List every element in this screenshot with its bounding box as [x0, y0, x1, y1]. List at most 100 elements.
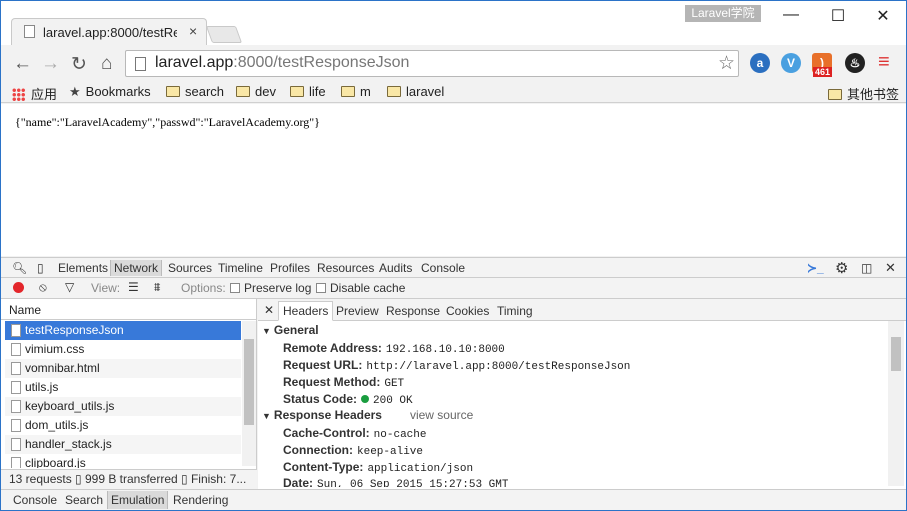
disable-cache-checkbox[interactable]: Disable cache [316, 281, 405, 295]
inspect-icon[interactable]: 🔍︎ [12, 261, 27, 275]
header-key: Request Method: [283, 375, 381, 389]
bookmark-star-icon[interactable]: ☆ [718, 52, 735, 75]
detail-scrollbar[interactable] [888, 321, 904, 486]
drawer-tab-search[interactable]: Search [65, 493, 103, 507]
drawer-tab-console[interactable]: Console [13, 493, 57, 507]
request-list-scrollbar[interactable] [242, 321, 256, 466]
bookmark-bookmarks[interactable]: ★ Bookmarks [69, 84, 151, 100]
drawer-tab-rendering[interactable]: Rendering [173, 493, 228, 507]
console-drawer-icon[interactable]: ≻_ [807, 261, 824, 275]
request-row[interactable]: dom_utils.js [5, 416, 241, 435]
new-tab-button[interactable] [205, 26, 243, 43]
checkbox-box[interactable] [230, 283, 240, 293]
url-path: :8000/testResponseJson [233, 54, 410, 71]
request-name: vimium.css [25, 342, 85, 356]
file-icon [11, 457, 21, 468]
filter-icon[interactable]: ▽ [65, 280, 74, 294]
scrollbar-thumb[interactable] [244, 339, 254, 425]
settings-gear-icon[interactable]: ⚙ [835, 259, 848, 277]
menu-icon[interactable]: ≡ [878, 51, 890, 74]
address-bar[interactable]: laravel.app:8000/testResponseJson ☆ [125, 50, 739, 77]
tab-elements[interactable]: Elements [58, 261, 108, 275]
bookmark-folder-search[interactable]: search [166, 84, 224, 99]
close-window-button[interactable]: ✕ [873, 6, 893, 26]
header-key: Content-Type: [283, 460, 364, 474]
forward-icon[interactable]: → [41, 53, 60, 75]
back-icon[interactable]: ← [13, 53, 32, 75]
header-key: Cache-Control: [283, 426, 370, 440]
tab-headers[interactable]: Headers [278, 301, 334, 321]
checkbox-box[interactable] [316, 283, 326, 293]
page-content: {"name":"LaravelAcademy","passwd":"Larav… [1, 104, 906, 256]
collapse-triangle-icon: ▼ [262, 326, 271, 336]
home-icon[interactable]: ⌂ [101, 53, 112, 75]
tab-cookies[interactable]: Cookies [446, 304, 489, 318]
maximize-button[interactable]: ☐ [828, 6, 848, 26]
name-column-header[interactable]: Name [1, 299, 256, 320]
overview-icon[interactable]: ⩩ [154, 280, 160, 295]
request-row[interactable]: clipboard.js [5, 454, 241, 468]
response-headers-section-header[interactable]: ▼ Response Headers view source [262, 408, 473, 422]
extension-a-icon[interactable]: a [750, 53, 770, 73]
tab-sources[interactable]: Sources [168, 261, 212, 275]
file-icon [11, 381, 21, 394]
tab-response[interactable]: Response [386, 304, 440, 318]
preserve-log-checkbox[interactable]: Preserve log [230, 281, 311, 295]
header-value: 200 OK [373, 395, 413, 407]
view-source-link[interactable]: view source [410, 408, 473, 422]
general-section-header[interactable]: ▼ General [262, 323, 319, 337]
header-row: Content-Type: application/json [283, 460, 473, 475]
browser-tab[interactable]: laravel.app:8000/testResponseJson × [11, 18, 207, 45]
reload-icon[interactable]: ↻ [71, 53, 87, 76]
device-mode-icon[interactable]: ▯ [37, 261, 44, 275]
header-value: application/json [367, 463, 474, 475]
bookmark-folder-laravel[interactable]: laravel [387, 84, 444, 99]
large-rows-icon[interactable]: ☰ [128, 280, 139, 294]
header-row: Cache-Control: no-cache [283, 426, 426, 441]
tab-console[interactable]: Console [421, 261, 465, 275]
bookmark-label: 其他书签 [847, 87, 900, 102]
tab-audits[interactable]: Audits [379, 261, 412, 275]
devtools-close-icon[interactable]: ✕ [885, 260, 896, 276]
detail-close-icon[interactable]: ✕ [264, 303, 274, 317]
other-bookmarks[interactable]: 其他书签 [828, 84, 899, 103]
file-icon [11, 438, 21, 451]
request-row[interactable]: handler_stack.js [5, 435, 241, 454]
drawer-tab-emulation[interactable]: Emulation [107, 491, 169, 509]
flame-icon[interactable]: ♨ [845, 53, 865, 73]
detail-tabbar: ✕ Headers Preview Response Cookies Timin… [258, 299, 906, 321]
minimize-button[interactable]: — [781, 6, 801, 24]
tab-timing[interactable]: Timing [497, 304, 533, 318]
apps-shortcut[interactable]: 应用 [12, 84, 57, 103]
network-toolbar: ⦸ ▽ View: ☰ ⩩ Options: Preserve log Disa… [1, 278, 906, 299]
request-row[interactable]: testResponseJson [5, 321, 241, 340]
header-key: Date: [283, 476, 314, 487]
bookmark-folder-m[interactable]: m [341, 84, 371, 99]
tab-resources[interactable]: Resources [317, 261, 374, 275]
tab-close-icon[interactable]: × [189, 23, 197, 39]
folder-icon [828, 89, 842, 100]
folder-icon [290, 86, 304, 97]
record-icon[interactable] [13, 282, 24, 293]
user-profile-badge[interactable]: Laravel学院 [685, 5, 761, 22]
request-row[interactable]: utils.js [5, 378, 241, 397]
bookmark-folder-life[interactable]: life [290, 84, 326, 99]
clear-icon[interactable]: ⦸ [39, 280, 47, 295]
tab-timeline[interactable]: Timeline [218, 261, 263, 275]
bookmark-folder-dev[interactable]: dev [236, 84, 276, 99]
vimium-icon[interactable]: V [781, 53, 801, 73]
section-title: Response Headers [273, 408, 382, 422]
tab-network[interactable]: Network [110, 260, 163, 276]
header-value: Sun, 06 Sep 2015 15:27:53 GMT [317, 479, 509, 487]
scrollbar-thumb[interactable] [891, 337, 901, 371]
folder-icon [341, 86, 355, 97]
request-row[interactable]: keyboard_utils.js [5, 397, 241, 416]
dock-icon[interactable]: ◫ [861, 261, 872, 275]
url-text[interactable]: laravel.app:8000/testResponseJson [155, 54, 409, 72]
tab-profiles[interactable]: Profiles [270, 261, 310, 275]
header-row: Status Code: 200 OK [283, 392, 413, 407]
tab-preview[interactable]: Preview [336, 304, 379, 318]
request-row[interactable]: vomnibar.html [5, 359, 241, 378]
checkbox-label: Preserve log [244, 281, 312, 295]
request-row[interactable]: vimium.css [5, 340, 241, 359]
